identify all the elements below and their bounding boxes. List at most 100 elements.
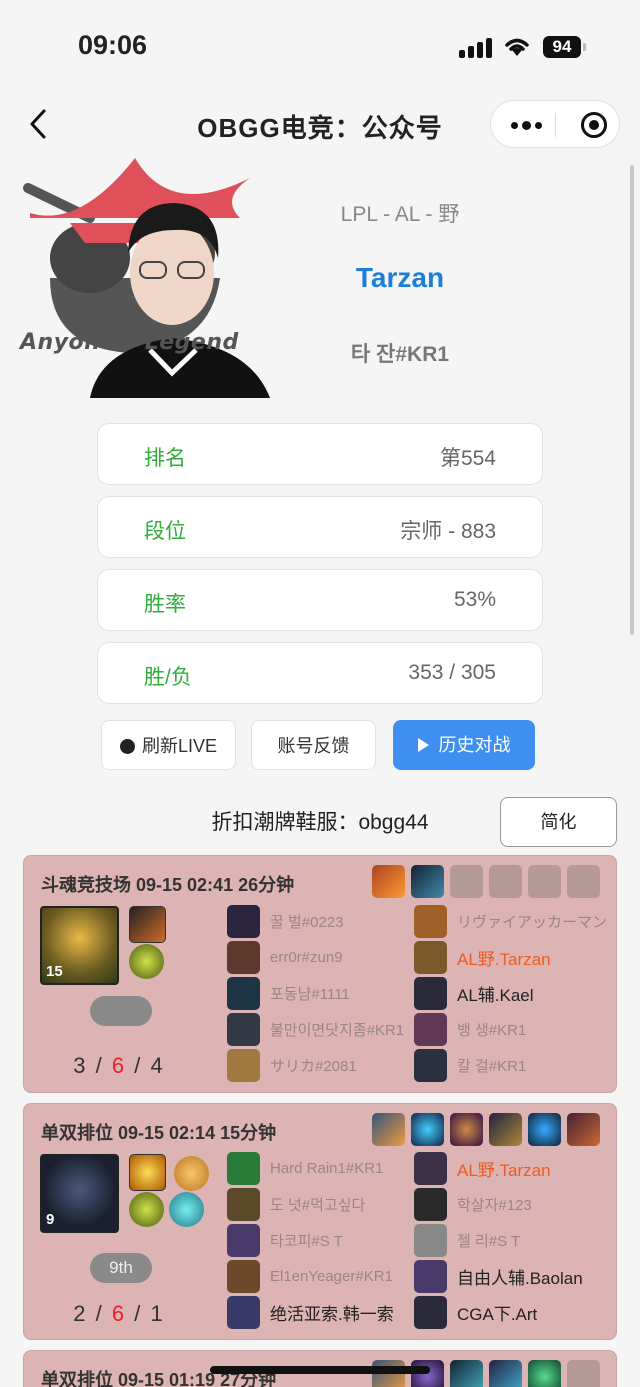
player-tag: 타 잔#KR1 bbox=[350, 343, 450, 366]
rune-icon bbox=[169, 1192, 204, 1227]
match-card[interactable]: 单双排位 09-15 02:14 15分钟 9 9th 2 / 6 / 1 Ha… bbox=[23, 1103, 617, 1340]
rune-icon bbox=[129, 1192, 164, 1227]
deaths: 6 bbox=[111, 1301, 127, 1326]
champion-avatar bbox=[414, 1013, 447, 1046]
item-icon bbox=[489, 1113, 522, 1146]
simplify-button[interactable]: 简化 bbox=[500, 797, 617, 847]
champion-avatar bbox=[227, 1260, 260, 1293]
player-entry-name: サリカ#2081 bbox=[270, 1058, 357, 1075]
player-entry[interactable]: AL辅.Kael bbox=[414, 977, 534, 1010]
item-icon bbox=[411, 865, 444, 898]
player-entry-name: 도 넛#먹고싶다 bbox=[270, 1197, 366, 1214]
stat-value: 353 / 305 bbox=[408, 661, 496, 684]
player-entry[interactable]: CGA下.Art bbox=[414, 1296, 537, 1329]
player-entry[interactable]: 꿀 벌#0223 bbox=[227, 905, 343, 938]
champion-avatar bbox=[227, 941, 260, 974]
account-feedback-button[interactable]: 账号反馈 bbox=[251, 720, 376, 770]
more-icon[interactable] bbox=[511, 121, 542, 130]
stat-rank: 排名 第554 bbox=[97, 423, 543, 485]
player-entry[interactable]: 뱅 생#KR1 bbox=[414, 1013, 526, 1046]
live-dot-icon bbox=[119, 739, 135, 754]
player-entry-name: 젤 리#S T bbox=[457, 1233, 521, 1250]
item-icon bbox=[372, 1113, 405, 1146]
item-build bbox=[372, 865, 600, 898]
stat-label: 胜率 bbox=[144, 593, 186, 616]
champion-avatar bbox=[414, 905, 447, 938]
kills: 2 bbox=[73, 1301, 88, 1326]
player-entry[interactable]: err0r#zun9 bbox=[227, 941, 343, 974]
refresh-live-button[interactable]: 刷新LIVE bbox=[101, 720, 236, 770]
champion-portrait: 9 bbox=[40, 1154, 119, 1233]
champion-avatar bbox=[414, 941, 447, 974]
close-mini-program-icon[interactable] bbox=[581, 112, 607, 138]
nav-bar: OBGG电竞：公众号 bbox=[0, 96, 640, 156]
match-header: 斗魂竞技场 09-15 02:41 26分钟 bbox=[41, 875, 295, 895]
item-icon bbox=[528, 1113, 561, 1146]
player-entry-name: 포동냠#1111 bbox=[270, 986, 350, 1003]
player-entry[interactable]: 젤 리#S T bbox=[414, 1224, 520, 1257]
champion-avatar bbox=[227, 905, 260, 938]
summoner-spell-icon bbox=[129, 906, 166, 943]
team-logo-text: Anyone's Legend bbox=[20, 330, 239, 355]
item-icon bbox=[567, 1113, 600, 1146]
placement-badge bbox=[90, 996, 152, 1026]
player-entry[interactable]: リヴァイアッカーマン# bbox=[414, 905, 607, 938]
team-logo bbox=[23, 158, 270, 398]
rune-icon bbox=[129, 944, 164, 979]
refresh-live-label: 刷新LIVE bbox=[141, 736, 218, 756]
player-entry-name: err0r#zun9 bbox=[270, 949, 343, 966]
player-entry[interactable]: 포동냠#1111 bbox=[227, 977, 350, 1010]
player-entry[interactable]: 학살자#123 bbox=[414, 1188, 532, 1221]
wifi-icon bbox=[505, 38, 529, 56]
player-entry[interactable]: 도 넛#먹고싶다 bbox=[227, 1188, 365, 1221]
item-build bbox=[372, 1113, 600, 1146]
stat-value: 第554 bbox=[439, 447, 496, 470]
player-entry[interactable]: 칼 걸#KR1 bbox=[414, 1049, 526, 1082]
stat-value: 宗师 - 883 bbox=[400, 520, 496, 543]
player-entry[interactable]: 타코피#S T bbox=[227, 1224, 343, 1257]
player-entry-name: El1enYeager#KR1 bbox=[270, 1268, 393, 1285]
match-header: 单双排位 09-15 02:14 15分钟 bbox=[41, 1123, 277, 1143]
player-name: Tarzan bbox=[355, 262, 445, 293]
player-entry[interactable]: AL野.Tarzan bbox=[414, 1152, 551, 1185]
rune-icon bbox=[174, 1156, 209, 1191]
signal-icon bbox=[459, 38, 492, 58]
kda: 2 / 6 / 1 bbox=[73, 1301, 165, 1326]
capsule-divider bbox=[555, 113, 556, 137]
item-icon bbox=[450, 1113, 483, 1146]
champion-avatar bbox=[414, 977, 447, 1010]
player-entry-name: Hard Rain1#KR1 bbox=[270, 1160, 384, 1177]
history-matches-button[interactable]: 历史对战 bbox=[393, 720, 535, 770]
player-entry-name: CGA下.Art bbox=[457, 1305, 538, 1324]
player-entry[interactable]: 自由人辅.Baolan bbox=[414, 1260, 583, 1293]
item-slot-empty bbox=[567, 865, 600, 898]
player-entry[interactable]: El1enYeager#KR1 bbox=[227, 1260, 393, 1293]
player-entry-name: AL辅.Kael bbox=[457, 986, 534, 1005]
mini-program-capsule bbox=[490, 100, 620, 148]
kda: 3 / 6 / 4 bbox=[73, 1053, 165, 1078]
champion-avatar bbox=[414, 1296, 447, 1329]
placement-badge: 9th bbox=[90, 1253, 152, 1283]
player-entry[interactable]: 绝活亚索.韩一索 bbox=[227, 1296, 394, 1329]
player-entry[interactable]: サリカ#2081 bbox=[227, 1049, 357, 1082]
summoner-spell-icon bbox=[129, 1154, 166, 1191]
play-icon bbox=[417, 738, 429, 752]
match-card[interactable]: 斗魂竞技场 09-15 02:41 26分钟 15 3 / 6 / 4 꿀 벌#… bbox=[23, 855, 617, 1093]
champion-level: 9 bbox=[46, 1211, 55, 1228]
kills: 3 bbox=[73, 1053, 88, 1078]
item-icon bbox=[489, 1360, 522, 1387]
player-entry[interactable]: 불만이면닷지좀#KR1 bbox=[227, 1013, 404, 1046]
player-entry-name-self: AL野.Tarzan bbox=[457, 950, 551, 969]
player-entry[interactable]: AL野.Tarzan bbox=[414, 941, 551, 974]
champion-avatar bbox=[227, 1188, 260, 1221]
player-entry-name: 自由人辅.Baolan bbox=[457, 1269, 583, 1288]
item-icon bbox=[372, 865, 405, 898]
item-slot-empty bbox=[489, 865, 522, 898]
stat-winrate: 胜率 53% bbox=[97, 569, 543, 631]
champion-avatar bbox=[227, 1296, 260, 1329]
home-indicator[interactable] bbox=[210, 1366, 430, 1374]
player-entry-name: リヴァイアッカーマン# bbox=[457, 914, 607, 931]
player-entry[interactable]: Hard Rain1#KR1 bbox=[227, 1152, 383, 1185]
player-entry-name: 뱅 생#KR1 bbox=[457, 1022, 527, 1039]
champion-level: 15 bbox=[46, 963, 63, 980]
